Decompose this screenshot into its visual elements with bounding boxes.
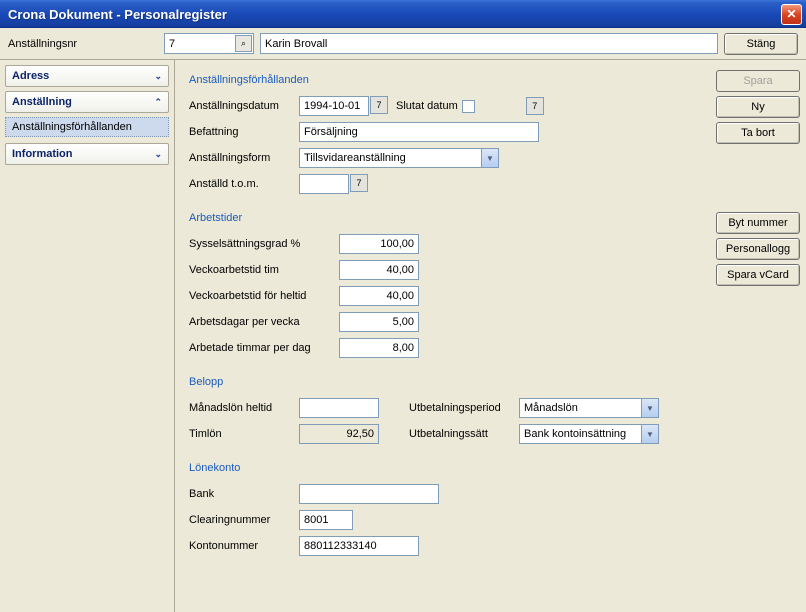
konto-label: Kontonummer xyxy=(189,540,299,552)
befattning-label: Befattning xyxy=(189,126,299,138)
section-arbet-title: Arbetstider xyxy=(189,212,716,224)
bank-label: Bank xyxy=(189,488,299,500)
save-button: Spara xyxy=(716,70,800,92)
period-label: Utbetalningsperiod xyxy=(409,402,519,414)
section-anst-title: Anställningsförhållanden xyxy=(189,74,716,86)
heltid-label: Veckoarbetstid för heltid xyxy=(189,290,339,302)
calendar-icon[interactable]: 7 xyxy=(350,174,368,192)
manads-label: Månadslön heltid xyxy=(189,402,299,414)
title-bar: Crona Dokument - Personalregister ✕ xyxy=(0,0,806,28)
veckotim-input[interactable] xyxy=(339,260,419,280)
lookup-icon[interactable]: ⌕ xyxy=(235,35,252,52)
chevron-down-icon: ⌄ xyxy=(154,149,162,160)
chevron-down-icon[interactable]: ▼ xyxy=(641,425,658,443)
anst-nr-label: Anställningsnr xyxy=(8,38,158,50)
calendar-icon[interactable]: 7 xyxy=(370,96,388,114)
slutat-checkbox[interactable] xyxy=(462,100,475,113)
clearing-label: Clearingnummer xyxy=(189,514,299,526)
chevron-down-icon[interactable]: ▼ xyxy=(481,149,498,167)
veckotim-label: Veckoarbetstid tim xyxy=(189,264,339,276)
button-column: Spara Ny Ta bort Byt nummer Personallogg… xyxy=(716,70,800,602)
tom-input[interactable] xyxy=(299,174,349,194)
grad-input[interactable] xyxy=(339,234,419,254)
slutat-label: Slutat datum xyxy=(396,100,458,112)
timlon-label: Timlön xyxy=(189,428,299,440)
grad-label: Sysselsättningsgrad % xyxy=(189,238,339,250)
personallogg-button[interactable]: Personallogg xyxy=(716,238,800,260)
change-number-button[interactable]: Byt nummer xyxy=(716,212,800,234)
clearing-input[interactable] xyxy=(299,510,353,530)
timlon-input xyxy=(299,424,379,444)
form-select[interactable] xyxy=(299,148,499,168)
sidebar-label: Adress xyxy=(12,70,49,82)
chevron-up-icon: ⌃ xyxy=(154,97,162,108)
section-lonekonto-title: Lönekonto xyxy=(189,462,716,474)
sidebar-label: Information xyxy=(12,148,73,160)
datum-label: Anställningsdatum xyxy=(189,100,299,112)
befattning-input[interactable] xyxy=(299,122,539,142)
dagar-input[interactable] xyxy=(339,312,419,332)
delete-button[interactable]: Ta bort xyxy=(716,122,800,144)
bank-input[interactable] xyxy=(299,484,439,504)
close-icon[interactable]: ✕ xyxy=(781,4,802,25)
name-input[interactable] xyxy=(260,33,718,54)
satt-select[interactable] xyxy=(519,424,659,444)
section-belopp-title: Belopp xyxy=(189,376,716,388)
manads-input[interactable] xyxy=(299,398,379,418)
new-button[interactable]: Ny xyxy=(716,96,800,118)
period-select[interactable] xyxy=(519,398,659,418)
konto-input[interactable] xyxy=(299,536,419,556)
timdag-input[interactable] xyxy=(339,338,419,358)
satt-label: Utbetalningssätt xyxy=(409,428,519,440)
save-vcard-button[interactable]: Spara vCard xyxy=(716,264,800,286)
chevron-down-icon[interactable]: ▼ xyxy=(641,399,658,417)
sidebar-item-anstallning[interactable]: Anställning ⌃ xyxy=(5,91,169,113)
heltid-input[interactable] xyxy=(339,286,419,306)
window-title: Crona Dokument - Personalregister xyxy=(8,7,781,22)
sidebar-item-adress[interactable]: Adress ⌄ xyxy=(5,65,169,87)
sidebar-item-information[interactable]: Information ⌄ xyxy=(5,143,169,165)
timdag-label: Arbetade timmar per dag xyxy=(189,342,339,354)
sidebar: Adress ⌄ Anställning ⌃ Anställningsförhå… xyxy=(0,60,175,612)
anst-datum-input[interactable] xyxy=(299,96,369,116)
form-label: Anställningsform xyxy=(189,152,299,164)
top-row: Anställningsnr ⌕ Stäng xyxy=(0,28,806,60)
sidebar-label: Anställning xyxy=(12,96,72,108)
tom-label: Anställd t.o.m. xyxy=(189,178,299,190)
calendar-icon[interactable]: 7 xyxy=(526,97,544,115)
close-button[interactable]: Stäng xyxy=(724,33,798,55)
chevron-down-icon: ⌄ xyxy=(154,71,162,82)
dagar-label: Arbetsdagar per vecka xyxy=(189,316,339,328)
sidebar-subitem-anstforhallanden[interactable]: Anställningsförhållanden xyxy=(5,117,169,137)
main-panel: Anställningsförhållanden Anställningsdat… xyxy=(175,60,806,612)
